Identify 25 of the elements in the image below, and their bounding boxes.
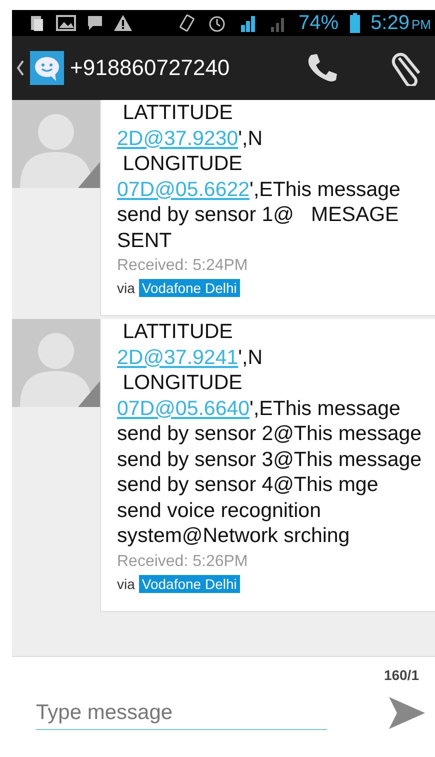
screenshot-icon xyxy=(28,14,46,32)
messaging-app-icon xyxy=(30,51,64,85)
via-label: via xyxy=(117,280,135,296)
back-icon[interactable] xyxy=(16,60,24,76)
battery-percentage: 74% xyxy=(298,12,339,34)
received-time: Received: 5:26PM xyxy=(117,552,249,570)
carrier-name: Vodafone Delhi xyxy=(138,574,240,592)
image-icon xyxy=(56,15,76,31)
message-text: LATTITUDE 2D@37.9230',N LONGITUDE 07D@05.6622',EThis message send by sensor 1@ MESAGE SENT xyxy=(117,100,402,253)
coordinate-link[interactable]: 07D@05.6622 xyxy=(117,178,250,200)
via-label: via xyxy=(117,576,135,592)
message-input[interactable]: Type message xyxy=(36,696,327,730)
message-text: LATTITUDE 2D@37.9241',N LONGITUDE 07D@05.6640',EThis message send by sensor 2@This message send by sensor 3@This message send by sensor 4@This mge send voice recognition system@Network srching xyxy=(117,319,423,548)
coordinate-link[interactable]: 2D@37.9241 xyxy=(117,346,238,368)
warning-icon xyxy=(114,15,132,31)
chat-icon xyxy=(86,14,104,32)
received-time: Received: 5:24PM xyxy=(117,257,249,275)
clock-time: 5:29 PM xyxy=(370,12,431,34)
contact-number: +918860727240 xyxy=(70,55,231,81)
vibrate-icon xyxy=(176,13,197,33)
character-counter: 160/1 xyxy=(384,667,419,683)
coordinate-link[interactable]: 2D@37.9230 xyxy=(117,126,238,150)
battery-icon xyxy=(348,13,361,33)
coordinate-link[interactable]: 07D@05.6640 xyxy=(117,396,250,420)
carrier-name: Vodafone Delhi xyxy=(138,279,240,297)
